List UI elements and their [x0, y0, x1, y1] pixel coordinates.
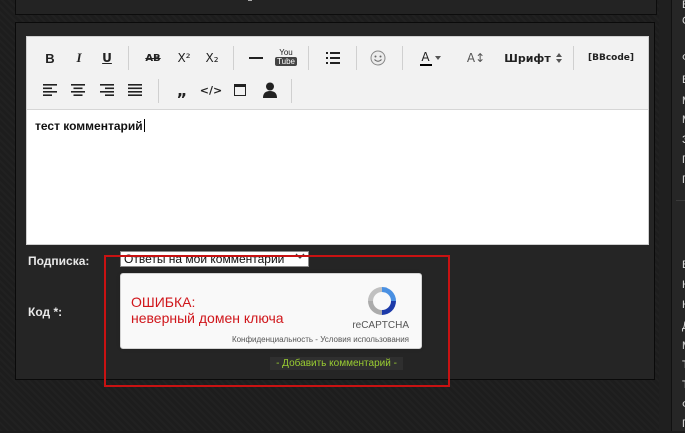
toolbar-separator: [233, 46, 234, 70]
superscript-button[interactable]: X²: [173, 45, 195, 71]
justify-icon: [128, 84, 142, 96]
align-center-icon: [71, 84, 85, 96]
toolbar-separator: [128, 46, 129, 70]
toolbar-separator: [158, 79, 159, 103]
horizontal-rule-icon: [249, 57, 263, 59]
text-caret: [143, 119, 145, 132]
user-mention-button[interactable]: [259, 77, 281, 103]
code-button[interactable]: </>: [199, 77, 223, 103]
toolbar-separator: [573, 46, 574, 70]
box-icon: [234, 84, 246, 96]
quote-button[interactable]: „: [172, 77, 192, 103]
youtube-button[interactable]: You Tube: [275, 41, 297, 73]
align-center-button[interactable]: [69, 77, 87, 103]
list-button[interactable]: [322, 45, 344, 71]
smiley-button[interactable]: [367, 45, 389, 71]
toolbar-separator: [291, 79, 292, 103]
user-icon: [263, 82, 277, 98]
align-left-icon: [43, 84, 57, 96]
subscription-label: Подписка:: [28, 254, 90, 268]
font-family-button[interactable]: Шрифт: [503, 45, 563, 71]
bold-button[interactable]: B: [41, 45, 59, 71]
horizontal-rule-button[interactable]: [245, 45, 267, 71]
smiley-icon: [370, 50, 386, 66]
top-panel-marker: [248, 0, 252, 1]
chevron-down-icon: [434, 56, 441, 60]
right-gutter: [659, 0, 671, 431]
font-color-button[interactable]: A: [415, 45, 445, 71]
align-left-button[interactable]: [41, 77, 59, 103]
strikethrough-button[interactable]: AB: [141, 45, 165, 71]
spoiler-button[interactable]: [230, 77, 250, 103]
align-right-icon: [100, 84, 114, 96]
comment-editor[interactable]: B I U AB X² X₂ You Tube A A↕ Шрифт [BBco…: [26, 36, 649, 245]
highlight-box: [104, 255, 450, 387]
top-panel: [15, 0, 657, 15]
toolbar-separator: [308, 46, 309, 70]
toolbar-separator: [356, 46, 357, 70]
editor-toolbar: B I U AB X² X₂ You Tube A A↕ Шрифт [BBco…: [27, 37, 648, 110]
toolbar-separator: [402, 46, 403, 70]
font-size-button[interactable]: A↕: [460, 45, 492, 71]
italic-button[interactable]: I: [70, 45, 88, 71]
subscript-button[interactable]: X₂: [201, 45, 223, 71]
updown-icon: [555, 53, 562, 63]
list-icon: [326, 52, 340, 64]
editor-content[interactable]: тест комментарий: [35, 119, 145, 133]
code-label: Код *:: [28, 305, 63, 319]
right-sidebar: В С Ф В М М З П П В К К Д М Т Т Ф П: [671, 0, 685, 431]
justify-button[interactable]: [126, 77, 144, 103]
sidebar-divider: [676, 200, 685, 201]
youtube-icon: You: [279, 48, 293, 57]
underline-button[interactable]: U: [98, 45, 116, 71]
bbcode-button[interactable]: [BBcode]: [585, 45, 637, 71]
font-color-swatch: [419, 63, 432, 66]
align-right-button[interactable]: [98, 77, 116, 103]
